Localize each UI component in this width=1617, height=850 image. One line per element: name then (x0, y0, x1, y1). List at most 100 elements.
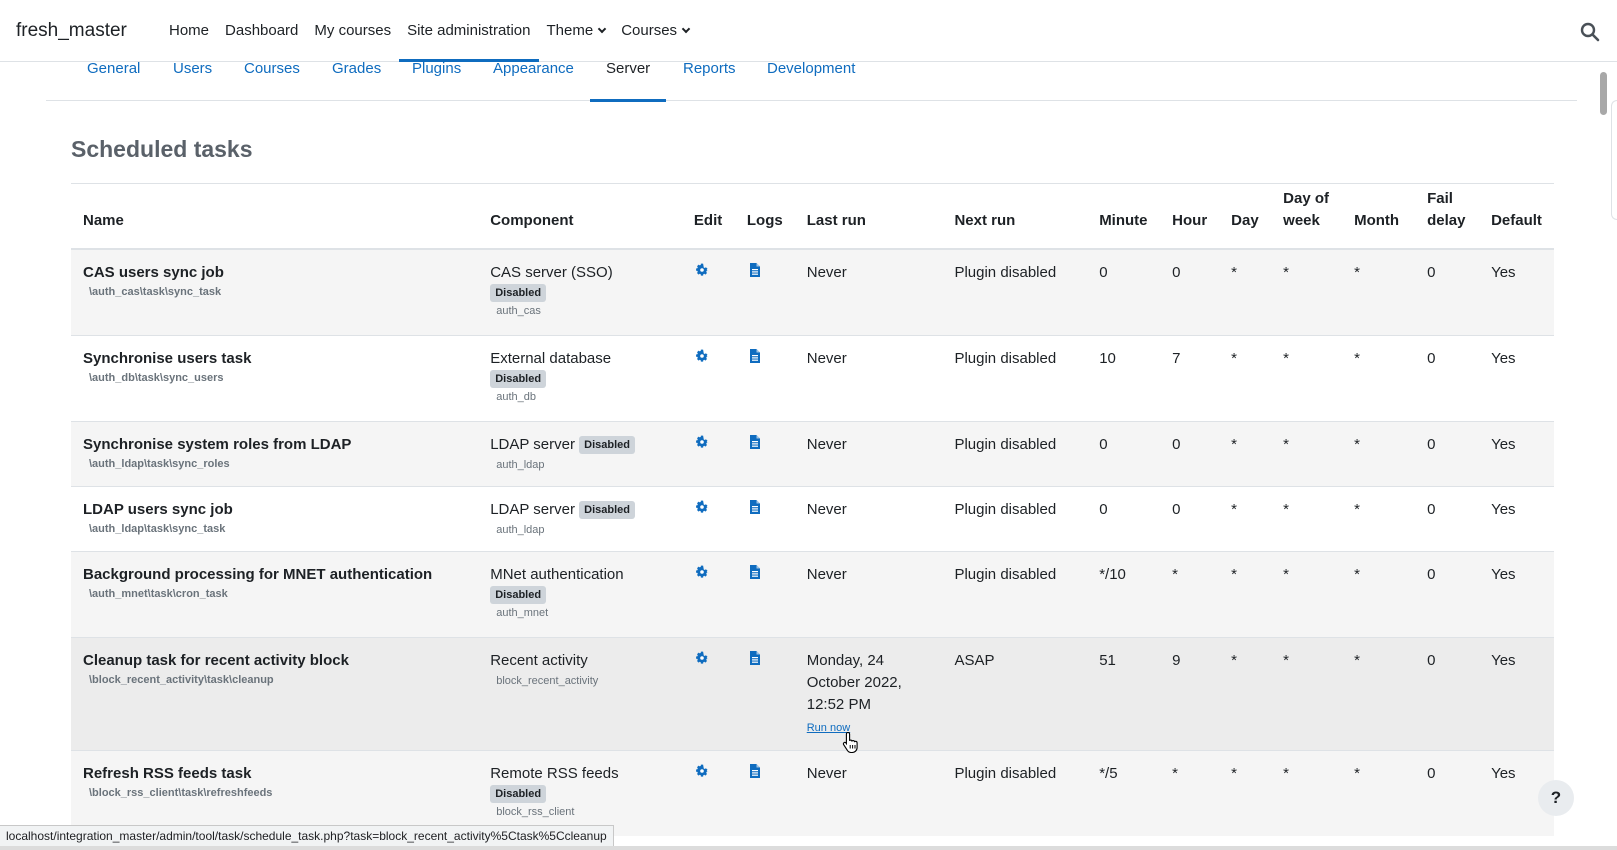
help-button[interactable]: ? (1538, 780, 1574, 816)
logs-cell (734, 636, 795, 750)
header-logs: Logs (734, 188, 795, 250)
day-cell: * (1219, 550, 1272, 637)
top-navbar: fresh_master Home Dashboard My courses S… (0, 0, 1617, 62)
gear-icon[interactable] (694, 499, 710, 515)
tab-development[interactable]: Development (767, 60, 856, 101)
tab-users[interactable]: Users (173, 60, 213, 101)
task-name: Cleanup task for recent activity block (83, 651, 349, 669)
site-brand[interactable]: fresh_master (16, 20, 127, 42)
hour-cell: 9 (1160, 636, 1220, 750)
disabled-badge: Disabled (579, 435, 635, 454)
month-cell: * (1342, 485, 1416, 551)
browser-status-url: localhost/integration_master/admin/tool/… (0, 825, 614, 846)
edit-cell (681, 550, 735, 637)
tab-server[interactable]: Server (589, 61, 667, 102)
logs-cell (734, 334, 795, 421)
tab-general[interactable]: General (87, 61, 140, 101)
header-component[interactable]: Component (478, 188, 682, 250)
hour-cell: * (1160, 749, 1220, 836)
gear-icon[interactable] (694, 348, 710, 364)
fail-delay-cell: 0 (1415, 550, 1480, 637)
day-of-week-cell: * (1271, 485, 1343, 551)
component-cell: Recent activity block_recent_activity (478, 636, 682, 750)
day-of-week-cell: * (1271, 334, 1343, 421)
edit-cell (681, 485, 735, 551)
page-scrollbar[interactable] (1598, 62, 1610, 850)
plugin-name: block_recent_activity (496, 674, 599, 687)
disabled-badge: Disabled (490, 585, 547, 604)
nav-site-administration-label: Site administration (407, 22, 531, 39)
tab-development-label: Development (767, 60, 856, 77)
edit-cell (681, 636, 735, 750)
window-bottom-border (0, 846, 1617, 850)
tab-users-label: Users (173, 60, 213, 77)
header-name[interactable]: Name (71, 188, 479, 250)
task-name: Synchronise system roles from LDAP (83, 435, 352, 453)
disabled-badge: Disabled (490, 369, 547, 388)
nav-home[interactable]: Home (161, 0, 217, 62)
nav-courses-dropdown[interactable]: Courses (613, 0, 697, 62)
month-cell: * (1342, 334, 1416, 421)
tab-grades[interactable]: Grades (332, 61, 381, 101)
tab-appearance[interactable]: Appearance (493, 61, 574, 101)
disabled-badge: Disabled (579, 500, 635, 519)
next-run-cell: Plugin disabled (942, 485, 1088, 551)
next-run-cell: Plugin disabled (942, 334, 1088, 421)
file-icon[interactable] (747, 650, 763, 666)
file-icon[interactable] (747, 499, 763, 515)
file-icon[interactable] (747, 564, 763, 580)
minute-cell: 51 (1087, 636, 1161, 750)
minute-cell: 0 (1087, 485, 1161, 551)
task-name-cell: Synchronise system roles from LDAP \auth_… (71, 420, 479, 486)
day-cell: * (1219, 636, 1272, 750)
gear-icon[interactable] (694, 564, 710, 580)
nav-my-courses-label: My courses (314, 22, 392, 39)
search-button[interactable] (1579, 21, 1601, 43)
edit-cell (681, 420, 735, 486)
next-run-cell: Plugin disabled (942, 248, 1088, 335)
last-run-cell: Never (794, 550, 943, 637)
file-icon[interactable] (747, 262, 763, 278)
fail-delay-cell: 0 (1415, 334, 1480, 421)
header-default: Default (1479, 188, 1554, 250)
file-icon[interactable] (747, 763, 763, 779)
file-icon[interactable] (747, 348, 763, 364)
tab-courses[interactable]: Courses (244, 61, 300, 101)
task-classname: \auth_db\task\sync_users (89, 371, 224, 384)
edit-cell (681, 334, 735, 421)
file-icon[interactable] (747, 434, 763, 450)
table-row: Synchronise system roles from LDAP \auth_… (71, 420, 1554, 486)
plugin-name: block_rss_client (496, 805, 575, 818)
day-of-week-cell: * (1271, 749, 1343, 836)
header-hour: Hour (1160, 188, 1220, 250)
scrollbar-thumb[interactable] (1600, 72, 1607, 115)
tab-plugins[interactable]: Plugins (412, 61, 461, 101)
last-run-cell: Never (794, 248, 943, 335)
gear-icon[interactable] (694, 434, 710, 450)
task-classname: \auth_ldap\task\sync_roles (89, 457, 230, 470)
component-label: Recent activity (490, 651, 588, 669)
task-name: Synchronise users task (83, 349, 252, 367)
last-run-cell: Never (794, 749, 943, 836)
plugin-name: auth_ldap (496, 523, 545, 536)
default-cell: Yes (1479, 550, 1554, 637)
header-day: Day (1219, 188, 1272, 250)
gear-icon[interactable] (694, 262, 710, 278)
component-label: LDAP server (490, 500, 575, 518)
gear-icon[interactable] (694, 650, 710, 666)
gear-icon[interactable] (694, 763, 710, 779)
nav-site-administration[interactable]: Site administration (399, 0, 539, 62)
table-row: Cleanup task for recent activity block \b… (71, 636, 1554, 750)
day-of-week-cell: * (1271, 636, 1343, 750)
nav-my-courses[interactable]: My courses (306, 0, 399, 62)
nav-dashboard[interactable]: Dashboard (217, 0, 306, 62)
hour-cell: * (1160, 550, 1220, 637)
default-cell: Yes (1479, 334, 1554, 421)
component-label: LDAP server (490, 435, 575, 453)
last-run-cell: Never (794, 334, 943, 421)
drawer-toggle[interactable] (1611, 100, 1617, 220)
tab-reports[interactable]: Reports (683, 61, 736, 101)
last-run-value: Never (806, 500, 847, 518)
disabled-badge: Disabled (490, 284, 547, 303)
nav-theme-dropdown[interactable]: Theme (539, 0, 614, 62)
